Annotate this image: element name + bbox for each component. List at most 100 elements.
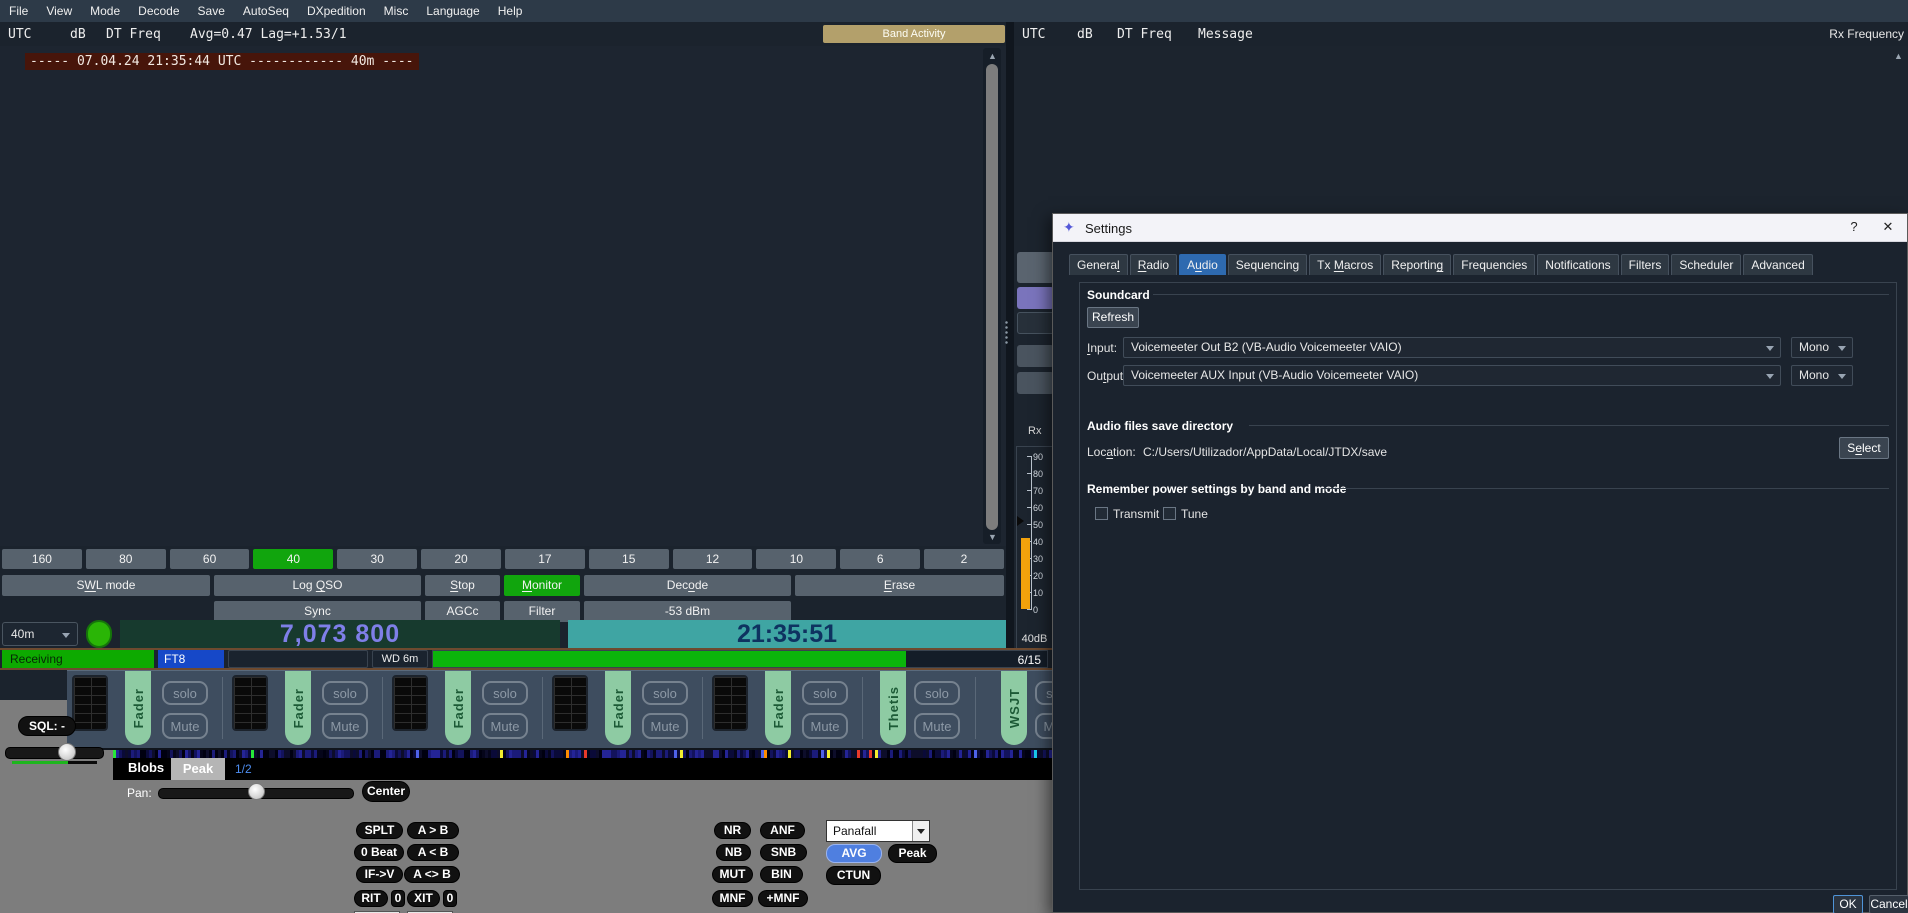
band-10-button[interactable]: 10	[756, 549, 836, 569]
erase-button[interactable]: Erase	[795, 575, 1004, 596]
settings-tab-reporting[interactable]: Reporting	[1383, 254, 1451, 275]
mute-button[interactable]: Mute	[914, 713, 960, 739]
solo-button[interactable]: solo	[322, 681, 368, 705]
menu-language[interactable]: Language	[417, 4, 488, 18]
refresh-button[interactable]: Refresh	[1087, 307, 1139, 328]
mute-button[interactable]: Mute	[482, 713, 528, 739]
settings-tab-advanced[interactable]: Advanced	[1743, 254, 1812, 275]
signal-level-button[interactable]: -53 dBm	[584, 601, 791, 622]
swl-mode-button[interactable]: SWL mode	[2, 575, 210, 596]
channel-label-fader[interactable]: Fader	[605, 671, 631, 745]
settings-tab-general[interactable]: General	[1069, 254, 1128, 275]
channel-label-fader[interactable]: Fader	[445, 671, 471, 745]
transmit-checkbox-label[interactable]: Transmit	[1113, 507, 1159, 521]
status-message-field[interactable]	[228, 650, 368, 668]
help-button[interactable]: ?	[1843, 219, 1865, 237]
mute-button[interactable]: Mute	[642, 713, 688, 739]
tune-checkbox[interactable]	[1163, 507, 1176, 520]
scroll-up-icon[interactable]: ▲	[1894, 52, 1903, 61]
menu-view[interactable]: View	[37, 4, 81, 18]
menu-save[interactable]: Save	[189, 4, 234, 18]
filter-button[interactable]: Filter	[504, 601, 580, 622]
a-gt-b-button[interactable]: A > B	[407, 822, 459, 839]
side-button-purple[interactable]	[1017, 287, 1054, 309]
nb-button[interactable]: NB	[716, 844, 751, 861]
mute-button[interactable]: Mute	[1035, 713, 1052, 739]
channel-label-fader[interactable]: Fader	[125, 671, 151, 745]
band-17-button[interactable]: 17	[505, 549, 585, 569]
band-160-button[interactable]: 160	[2, 549, 82, 569]
select-directory-button[interactable]: Select	[1839, 437, 1889, 459]
fader-slider[interactable]	[552, 675, 588, 731]
decode-button[interactable]: Decode	[584, 575, 791, 596]
a-lt-b-button[interactable]: A < B	[407, 844, 459, 861]
tab-peak[interactable]: Peak	[171, 758, 225, 780]
plus-mnf-button[interactable]: +MNF	[758, 890, 808, 907]
mode-badge[interactable]: FT8	[158, 650, 224, 668]
band-15-button[interactable]: 15	[589, 549, 669, 569]
side-button-2[interactable]	[1017, 312, 1056, 334]
settings-tab-tx-macros[interactable]: Tx Macros	[1309, 254, 1381, 275]
scroll-up-icon[interactable]: ▲	[988, 52, 997, 61]
fader-slider[interactable]	[392, 675, 428, 731]
solo-button[interactable]: solo	[914, 681, 960, 705]
output-device-select[interactable]: Voicemeeter AUX Input (VB-Audio Voicemee…	[1123, 365, 1781, 386]
splt-button[interactable]: SPLT	[356, 822, 403, 839]
channel-label-fader[interactable]: Fader	[285, 671, 311, 745]
solo-button[interactable]: solo	[1035, 681, 1052, 705]
input-channel-select[interactable]: Mono	[1791, 337, 1853, 358]
bin-button[interactable]: BIN	[760, 866, 803, 883]
settings-tab-sequencing[interactable]: Sequencing	[1228, 254, 1307, 275]
menu-help[interactable]: Help	[489, 4, 532, 18]
xit-button[interactable]: XIT	[407, 890, 440, 907]
close-icon[interactable]: ✕	[1877, 219, 1899, 237]
rit-button[interactable]: RIT	[354, 890, 388, 907]
pan-slider-knob[interactable]	[248, 783, 265, 800]
mute-button[interactable]: Mute	[322, 713, 368, 739]
nr-button[interactable]: NR	[714, 822, 751, 839]
rit-value[interactable]: 0	[391, 890, 405, 907]
if-v-button[interactable]: IF->V	[356, 866, 403, 883]
ok-button[interactable]: OK	[1833, 895, 1863, 913]
mute-button[interactable]: Mute	[162, 713, 208, 739]
menu-file[interactable]: File	[0, 4, 37, 18]
center-button[interactable]: Center	[362, 781, 410, 802]
drag-handle-icon[interactable]	[1004, 320, 1009, 346]
menu-autoseq[interactable]: AutoSeq	[234, 4, 298, 18]
rx-frequency-panel[interactable]: ▲	[1014, 46, 1908, 213]
sql-slider-knob[interactable]	[58, 743, 76, 761]
side-button-3[interactable]	[1017, 345, 1054, 367]
zero-beat-button[interactable]: 0 Beat	[354, 844, 404, 861]
stop-button[interactable]: Stop	[425, 575, 500, 596]
menu-mode[interactable]: Mode	[81, 4, 129, 18]
band-80-button[interactable]: 80	[86, 549, 166, 569]
solo-button[interactable]: solo	[162, 681, 208, 705]
waterfall-strip[interactable]	[113, 750, 1052, 758]
scrollbar-thumb[interactable]	[986, 64, 998, 530]
band-20-button[interactable]: 20	[421, 549, 501, 569]
fader-slider[interactable]	[712, 675, 748, 731]
avg-button[interactable]: AVG	[826, 844, 882, 863]
mut-button[interactable]: MUT	[712, 866, 753, 883]
cancel-button[interactable]: Cancel	[1869, 895, 1908, 913]
fader-slider[interactable]	[72, 675, 108, 731]
tune-checkbox-label[interactable]: Tune	[1181, 507, 1208, 521]
side-button-1[interactable]	[1017, 252, 1054, 283]
channel-label-fader[interactable]: Fader	[765, 671, 791, 745]
output-channel-select[interactable]: Mono	[1791, 365, 1853, 386]
band-selector[interactable]: 40m	[2, 622, 78, 646]
ctun-button[interactable]: CTUN	[826, 866, 881, 885]
menu-dxpedition[interactable]: DXpedition	[298, 4, 375, 18]
peak-button[interactable]: Peak	[888, 844, 937, 863]
band-activity-panel[interactable]: ----- 07.04.24 21:35:44 UTC ------------…	[0, 46, 1006, 546]
menu-decode[interactable]: Decode	[129, 4, 188, 18]
channel-label-thetis[interactable]: Thetis	[880, 671, 906, 745]
input-device-select[interactable]: Voicemeeter Out B2 (VB-Audio Voicemeeter…	[1123, 337, 1781, 358]
solo-button[interactable]: solo	[802, 681, 848, 705]
settings-tab-radio[interactable]: Radio	[1130, 254, 1177, 275]
settings-tab-notifications[interactable]: Notifications	[1537, 254, 1618, 275]
settings-tab-scheduler[interactable]: Scheduler	[1671, 254, 1741, 275]
side-button-4[interactable]	[1017, 372, 1054, 394]
anf-button[interactable]: ANF	[760, 822, 805, 839]
log-qso-button[interactable]: Log QSO	[214, 575, 421, 596]
